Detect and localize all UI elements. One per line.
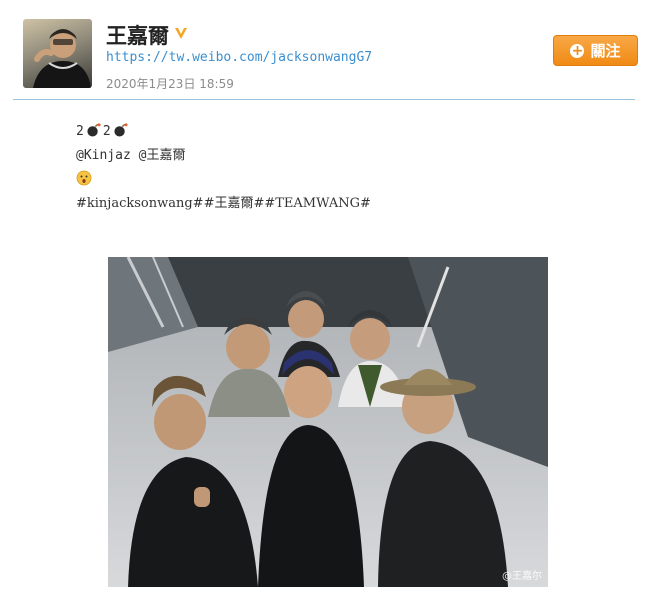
header-divider <box>13 99 635 100</box>
follow-button[interactable]: + 關注 <box>553 35 638 66</box>
post-body: 2 2 @Kinjaz @王嘉爾 #kinjacksonwang##王嘉爾##T… <box>76 120 371 216</box>
post-timestamp: 2020年1月23日 18:59 <box>106 77 234 91</box>
post-hashtags[interactable]: #kinjacksonwang##王嘉爾##TEAMWANG# <box>76 192 371 216</box>
post-text-number: 2 <box>102 124 111 139</box>
avatar[interactable] <box>23 19 92 88</box>
post-photo[interactable]: @王嘉尔 <box>108 257 548 587</box>
post-header: 王嘉爾 https://tw.weibo.com/jacksonwangG7 2… <box>0 0 647 100</box>
post-line-1: 2 2 <box>76 120 371 144</box>
plus-icon: + <box>570 42 585 59</box>
bomb-emoji-icon <box>87 123 101 137</box>
verified-v-icon <box>175 28 187 39</box>
profile-link[interactable]: https://tw.weibo.com/jacksonwangG7 <box>106 50 372 65</box>
follow-label: 關注 <box>590 42 621 60</box>
post-line-3 <box>76 168 371 192</box>
user-name[interactable]: 王嘉爾 <box>106 20 169 50</box>
bomb-emoji-icon <box>114 123 128 137</box>
post-line-2[interactable]: @Kinjaz @王嘉爾 <box>76 144 371 168</box>
surprised-face-emoji-icon <box>76 170 92 186</box>
photo-watermark: @王嘉尔 <box>502 571 542 582</box>
post-text-number: 2 <box>76 124 84 139</box>
